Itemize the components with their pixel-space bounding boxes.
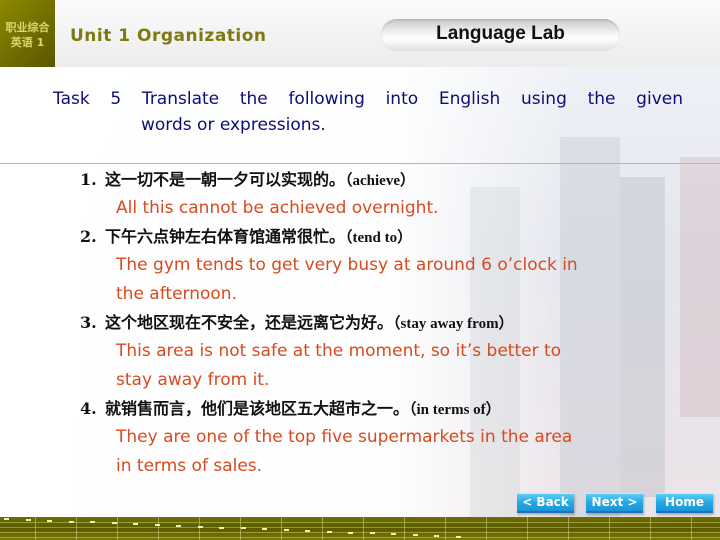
staff-note — [111, 522, 117, 525]
staff-note — [369, 532, 375, 535]
footer-music-staff-band — [0, 517, 720, 540]
staff-bar — [199, 517, 200, 540]
staff-note — [197, 525, 203, 528]
item-number: 4. — [80, 399, 97, 418]
divider — [0, 163, 720, 164]
staff-note — [305, 529, 310, 532]
staff-bar — [568, 517, 569, 540]
staff-bar — [486, 517, 487, 540]
staff-note — [154, 523, 160, 526]
chinese-sentence: 1. 这一切不是一朝一夕可以实现的。（achieve） — [80, 166, 700, 194]
next-button[interactable]: Next > — [586, 493, 643, 513]
english-answer: All this cannot be achieved overnight. — [80, 194, 700, 223]
home-button[interactable]: Home — [656, 493, 713, 513]
staff-bar — [650, 517, 651, 540]
section-title: Language Lab — [436, 23, 565, 44]
chinese-text: 这一切不是一朝一夕可以实现的。 — [105, 170, 346, 189]
staff-bar — [363, 517, 364, 540]
staff-note — [133, 523, 138, 526]
answer-line: All this cannot be achieved overnight. — [116, 198, 439, 218]
chinese-text: 这个地区现在不安全，还是远离它为好。 — [105, 313, 394, 332]
given-expression: （achieve） — [345, 173, 415, 189]
task-instruction: Task 5 Translate the following into Engl… — [53, 86, 683, 138]
given-expression: （in terms of） — [409, 402, 501, 418]
unit-title: Unit 1 Organization — [70, 26, 267, 46]
translation-list: 1. 这一切不是一朝一夕可以实现的。（achieve） All this cann… — [80, 166, 700, 481]
staff-line — [0, 532, 720, 533]
chinese-text: 下午六点钟左右体育馆通常很忙。 — [105, 227, 346, 246]
staff-bar — [117, 517, 118, 540]
staff-note — [240, 527, 246, 530]
answer-line: in terms of sales. — [116, 456, 263, 476]
staff-note — [68, 520, 74, 523]
chinese-sentence: 4. 就销售而言，他们是该地区五大超市之一。（in terms of） — [80, 395, 700, 423]
task-line-2: words or expressions. — [141, 115, 326, 135]
staff-note — [90, 521, 95, 524]
item-number: 3. — [80, 313, 97, 332]
staff-note — [4, 518, 9, 520]
given-expression: （stay away from） — [393, 316, 514, 332]
list-item: 1. 这一切不是一朝一夕可以实现的。（achieve） All this cann… — [80, 166, 700, 223]
staff-note — [262, 528, 267, 531]
answer-line: the afternoon. — [116, 284, 237, 304]
list-item: 4. 就销售而言，他们是该地区五大超市之一。（in terms of） They … — [80, 395, 700, 481]
list-item: 2. 下午六点钟左右体育馆通常很忙。（tend to） The gym tends… — [80, 223, 700, 309]
staff-line — [0, 522, 720, 523]
staff-bar — [158, 517, 159, 540]
staff-note — [455, 535, 461, 538]
item-number: 1. — [80, 170, 97, 189]
staff-line — [0, 537, 720, 538]
staff-bar — [322, 517, 323, 540]
chinese-sentence: 3. 这个地区现在不安全，还是远离它为好。（stay away from） — [80, 309, 700, 337]
staff-note — [412, 534, 418, 537]
english-answer: This area is not safe at the moment, so … — [80, 337, 700, 395]
answer-line: The gym tends to get very busy at around… — [116, 255, 578, 275]
staff-bar — [527, 517, 528, 540]
staff-bar — [281, 517, 282, 540]
staff-bar — [35, 517, 36, 540]
staff-note — [25, 518, 31, 521]
english-answer: The gym tends to get very busy at around… — [80, 251, 700, 309]
staff-note — [434, 535, 439, 537]
english-answer: They are one of the top five supermarket… — [80, 423, 700, 481]
staff-note — [326, 530, 332, 533]
answer-line: stay away from it. — [116, 370, 270, 390]
staff-note — [47, 519, 52, 522]
staff-note — [176, 524, 181, 527]
chinese-text: 就销售而言，他们是该地区五大超市之一。 — [105, 399, 410, 418]
task-line-1: Task 5 Translate the following into Engl… — [53, 89, 683, 109]
staff-bar — [691, 517, 692, 540]
staff-bar — [404, 517, 405, 540]
answer-line: This area is not safe at the moment, so … — [116, 341, 562, 361]
staff-bar — [445, 517, 446, 540]
list-item: 3. 这个地区现在不安全，还是远离它为好。（stay away from） Thi… — [80, 309, 700, 395]
logo-line-1: 职业综合 — [5, 21, 50, 34]
section-title-pill: Language Lab — [381, 19, 620, 51]
item-number: 2. — [80, 227, 97, 246]
staff-bar — [76, 517, 77, 540]
staff-note — [283, 529, 289, 532]
chinese-sentence: 2. 下午六点钟左右体育馆通常很忙。（tend to） — [80, 223, 700, 251]
staff-note — [391, 533, 396, 536]
answer-line: They are one of the top five supermarket… — [116, 427, 573, 447]
logo-line-2: 英语 1 — [10, 36, 45, 49]
given-expression: （tend to） — [345, 230, 413, 246]
staff-note — [348, 531, 353, 534]
staff-line — [0, 527, 720, 528]
staff-bar — [609, 517, 610, 540]
staff-note — [219, 526, 224, 529]
header-bar: 职业综合 英语 1 Unit 1 Organization Language L… — [0, 0, 720, 67]
back-button[interactable]: < Back — [517, 493, 574, 513]
course-logo: 职业综合 英语 1 — [0, 0, 55, 67]
